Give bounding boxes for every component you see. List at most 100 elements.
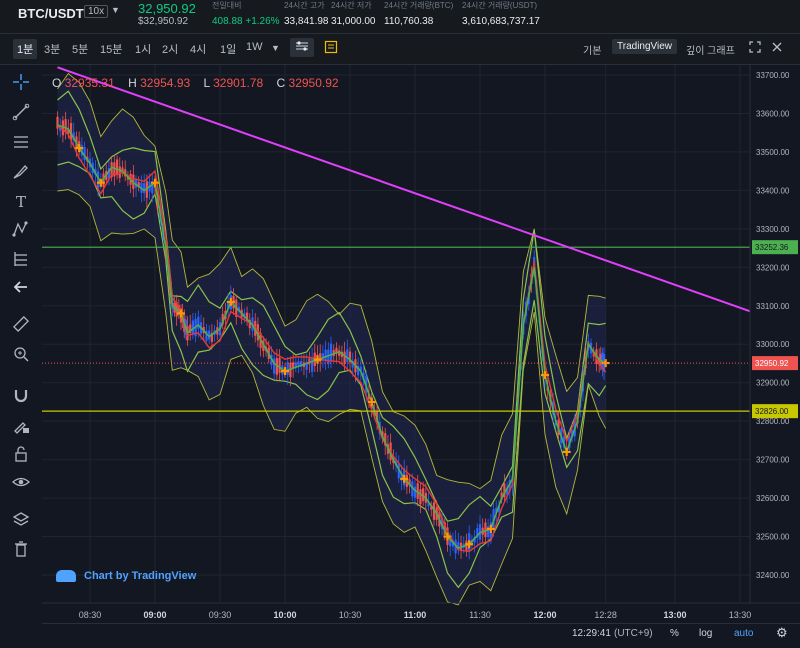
price-tick-label: 33300.00 [756, 225, 790, 234]
price-tick-label: 33100.00 [756, 302, 790, 311]
time-tick-label: 13:30 [729, 610, 752, 620]
timeframe-1h[interactable]: 1시 [135, 41, 151, 57]
chart-settings-icon[interactable]: ⚙ [776, 625, 788, 641]
back-arrow-icon[interactable] [10, 278, 32, 300]
view-basic[interactable]: 기본 [583, 42, 601, 57]
timeframe-1m[interactable]: 1분 [13, 39, 38, 59]
timeframe-5m[interactable]: 5분 [72, 41, 88, 57]
clock-timezone[interactable]: (UTC+9) [614, 628, 653, 639]
time-tick-label: 09:00 [143, 610, 166, 620]
clock-time: 12:29:41 [572, 628, 611, 639]
indicators-icon[interactable] [324, 40, 338, 57]
price-label-text: 32950.92 [755, 359, 789, 368]
timeframe-dropdown-caret[interactable]: ▼ [271, 43, 280, 53]
candle-body [294, 362, 297, 367]
chart-toolbar: 1분 3분 5분 15분 1시 2시 4시 1일 1W ▼ 기본 Trading… [0, 34, 800, 65]
stat-volume-btc: 24시간 거래량(BTC) 110,760.38 [384, 1, 454, 27]
time-tick-label: 08:30 [79, 610, 102, 620]
time-tick-label: 10:30 [339, 610, 362, 620]
candle-body [413, 486, 417, 498]
candle-body [329, 343, 333, 362]
time-tick-label: 12:00 [533, 610, 556, 620]
view-tradingview[interactable]: TradingView [612, 39, 678, 54]
forecast-icon[interactable] [10, 250, 32, 272]
price-tick-label: 33700.00 [756, 71, 790, 80]
time-tick-label: 09:30 [209, 610, 232, 620]
drawing-toolbar: T [0, 65, 43, 643]
view-depth-chart[interactable]: 깊이 그래프 [686, 42, 735, 57]
candle-body [115, 159, 119, 176]
price-tick-label: 33600.00 [756, 109, 790, 118]
time-tick-label: 11:00 [404, 610, 427, 620]
candle-body [56, 116, 59, 129]
bottom-bar: 12:29:41 (UTC+9) % log auto ⚙ [42, 623, 800, 644]
candle-body [346, 349, 349, 362]
stat-low: 24시간 저가 31,000.00 [331, 1, 376, 27]
candle-body [310, 356, 314, 372]
tradingview-branding[interactable]: Chart by TradingView [56, 570, 196, 583]
price-tick-label: 32500.00 [756, 533, 790, 542]
lock-icon[interactable] [10, 445, 32, 467]
time-tick-label: 10:00 [273, 610, 296, 620]
price-label-text: 32826.00 [755, 407, 789, 416]
text-icon[interactable]: T [10, 191, 32, 213]
tradingview-logo-icon [56, 570, 76, 583]
price-tick-label: 33000.00 [756, 340, 790, 349]
lock-draw-icon[interactable] [10, 417, 32, 439]
timeframe-3m[interactable]: 3분 [44, 41, 60, 57]
zoom-icon[interactable] [10, 345, 32, 367]
pattern-icon[interactable] [10, 220, 32, 242]
symbol-label[interactable]: BTC/USDT [18, 6, 84, 21]
price-tick-label: 32900.00 [756, 379, 790, 388]
candle-body [343, 351, 346, 365]
price-chart[interactable]: 33700.00 33600.00 33500.00 33400.00 33300.00… [42, 65, 800, 643]
trash-icon[interactable] [10, 540, 32, 562]
brush-icon[interactable] [10, 163, 32, 185]
stat-volume-usdt: 24시간 거래량(USDT) 3,610,683,737.17 [462, 1, 540, 27]
price-tick-label: 32400.00 [756, 571, 790, 580]
magnet-icon[interactable] [10, 387, 32, 409]
price-axis [750, 65, 800, 603]
stat-change: 전일대비 408.88 +1.26% [212, 1, 280, 27]
top-header: BTC/USDT 10x ▼ 32,950.92 $32,950.92 전일대비… [0, 0, 800, 34]
ohlc-open: 32935.31 [64, 76, 115, 90]
candle-body [278, 357, 281, 373]
timeframe-15m[interactable]: 15분 [100, 41, 122, 57]
trendline-icon[interactable] [10, 103, 32, 125]
price-tick-label: 33500.00 [756, 148, 790, 157]
timeframe-2h[interactable]: 2시 [162, 41, 178, 57]
eye-icon[interactable] [10, 473, 32, 495]
timeframe-4h[interactable]: 4시 [190, 41, 206, 57]
price-tick-label: 33200.00 [756, 263, 790, 272]
close-icon[interactable] [771, 41, 783, 56]
ruler-icon[interactable] [10, 315, 32, 337]
percent-scale-toggle[interactable]: % [670, 628, 679, 639]
price-tick-label: 32600.00 [756, 494, 790, 503]
symbol-dropdown-caret[interactable]: ▼ [111, 5, 120, 15]
stat-high: 24시간 고가 33,841.98 [284, 1, 329, 27]
chart-svg[interactable]: 33700.00 33600.00 33500.00 33400.00 33300.00… [42, 65, 800, 643]
crosshair-icon[interactable] [10, 73, 32, 95]
log-scale-toggle[interactable]: log [699, 628, 712, 639]
ohlc-legend: O 32935.31 H 32954.93 L 32901.78 C 32950… [52, 76, 339, 90]
ohlc-close: 32950.92 [288, 76, 339, 90]
indicator-settings-icon[interactable] [290, 38, 314, 57]
candle-body [64, 119, 67, 133]
candle-body [143, 183, 146, 194]
fib-icon[interactable] [10, 133, 32, 155]
candle-body [286, 362, 289, 376]
fullscreen-icon[interactable] [749, 41, 761, 56]
leverage-badge[interactable]: 10x [84, 5, 109, 18]
timeframe-1w[interactable]: 1W [246, 41, 263, 53]
last-price-usd: $32,950.92 [138, 16, 189, 27]
timeframe-1d[interactable]: 1일 [220, 41, 236, 57]
candle-body [118, 166, 121, 178]
last-price: 32,950.92 [138, 1, 196, 16]
time-tick-label: 11:30 [469, 610, 491, 620]
time-tick-label: 13:00 [663, 610, 686, 620]
price-tick-label: 33400.00 [756, 186, 790, 195]
ohlc-high: 32954.93 [140, 76, 191, 90]
candle-body [419, 489, 422, 505]
auto-scale-toggle[interactable]: auto [734, 628, 753, 639]
layers-icon[interactable] [10, 511, 32, 533]
